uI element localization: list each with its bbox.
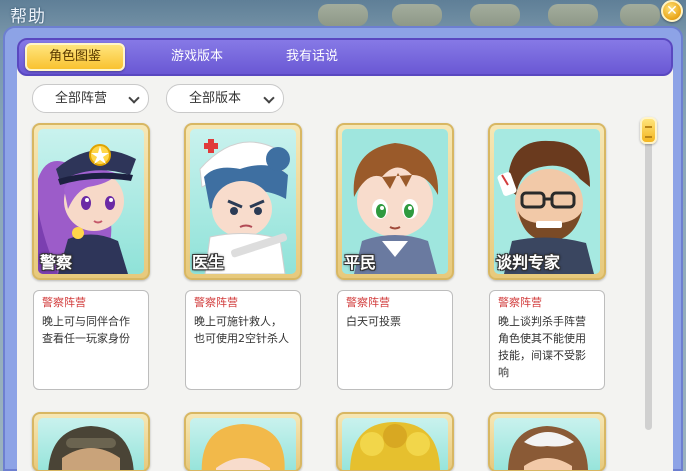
chevron-down-icon	[128, 92, 140, 104]
tab-feedback[interactable]: 我有话说	[262, 43, 362, 71]
role-card[interactable]	[488, 412, 606, 471]
role-card-police[interactable]: 警察	[32, 123, 150, 280]
role-card[interactable]	[184, 412, 302, 471]
role-card[interactable]	[32, 412, 150, 471]
role-name: 医生	[192, 253, 225, 272]
tab-bar: 角色图鉴 游戏版本 我有话说	[17, 38, 673, 76]
role-card-civilian[interactable]: 平民	[336, 123, 454, 280]
background-badge	[548, 4, 598, 26]
role-card-doctor[interactable]: 医生	[184, 123, 302, 280]
role-portrait	[494, 418, 600, 470]
role-camp: 警察阵营	[42, 296, 86, 309]
version-filter-dropdown[interactable]: 全部版本	[166, 84, 284, 113]
background-badge	[392, 4, 442, 26]
chevron-down-icon	[263, 92, 275, 104]
camp-filter-dropdown[interactable]: 全部阵营	[32, 84, 149, 113]
tab-game-version[interactable]: 游戏版本	[147, 43, 247, 71]
role-description-text: 晚上谈判杀手阵营角色使其不能使用技能，间谍不受影响	[498, 315, 586, 379]
role-description-doctor: 警察阵营 晚上可施针救人，也可使用2空针杀人	[185, 290, 301, 390]
role-name: 谈判专家	[496, 253, 561, 272]
role-portrait	[190, 418, 296, 470]
tab-character-gallery[interactable]: 角色图鉴	[25, 43, 125, 71]
role-description-civilian: 警察阵营 白天可投票	[337, 290, 453, 390]
background-badge	[620, 4, 660, 26]
background-badge	[470, 4, 520, 26]
role-description-text: 白天可投票	[346, 315, 401, 328]
role-card-negotiator[interactable]: 谈判专家	[488, 123, 606, 280]
role-camp: 警察阵营	[346, 296, 390, 309]
window-title: 帮助	[10, 7, 46, 27]
close-icon: ✕	[666, 3, 678, 19]
role-card[interactable]	[336, 412, 454, 471]
role-camp: 警察阵营	[498, 296, 542, 309]
camp-filter-value: 全部阵营	[55, 91, 108, 106]
role-description-text: 晚上可与同伴合作查看任一玩家身份	[42, 315, 130, 345]
role-camp: 警察阵营	[194, 296, 238, 309]
role-description-text: 晚上可施针救人，也可使用2空针杀人	[194, 315, 289, 345]
scrollbar-track[interactable]	[645, 120, 652, 430]
background-badge	[318, 4, 368, 26]
close-button[interactable]: ✕	[661, 0, 683, 22]
role-portrait	[38, 418, 144, 470]
scrollbar-thumb[interactable]	[640, 117, 657, 144]
version-filter-value: 全部版本	[189, 91, 242, 106]
role-description-negotiator: 警察阵营 晚上谈判杀手阵营角色使其不能使用技能，间谍不受影响	[489, 290, 605, 390]
role-portrait	[342, 418, 448, 470]
role-name: 警察	[40, 253, 73, 272]
role-name: 平民	[344, 253, 377, 272]
role-description-police: 警察阵营 晚上可与同伴合作查看任一玩家身份	[33, 290, 149, 390]
